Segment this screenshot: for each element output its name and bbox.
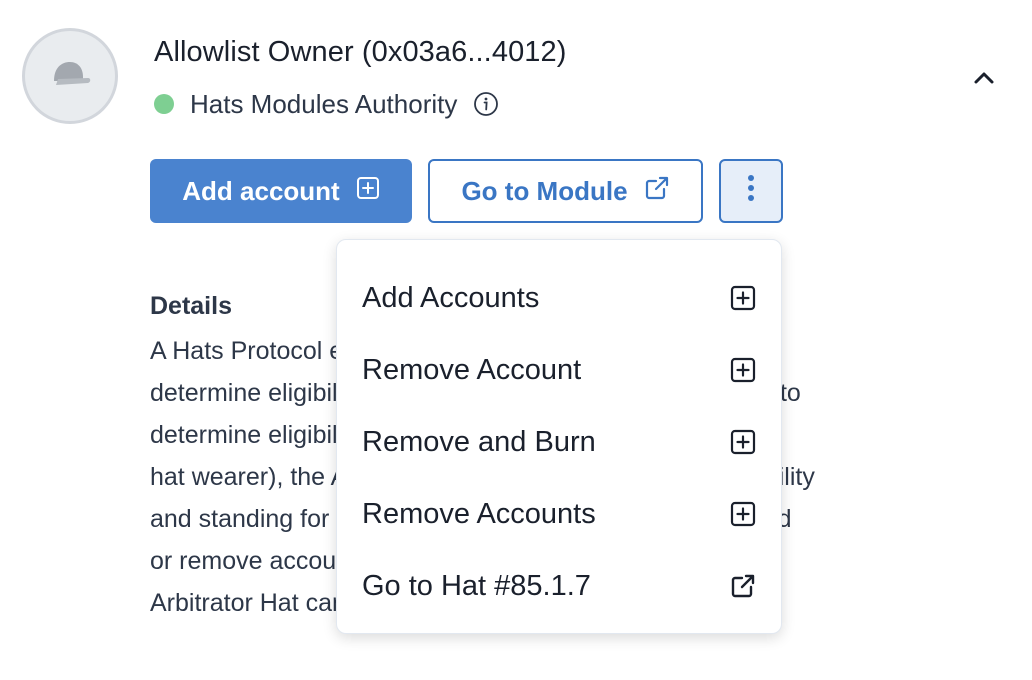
status-dot <box>154 94 174 114</box>
menu-item-remove-account[interactable]: Remove Account <box>337 334 781 406</box>
chevron-up-icon[interactable] <box>968 62 1000 94</box>
page-title: Allowlist Owner (0x03a6...4012) <box>154 36 567 68</box>
add-account-label: Add account <box>182 175 340 206</box>
kebab-menu-icon <box>747 173 755 210</box>
external-link-icon <box>644 175 670 208</box>
more-options-button[interactable] <box>719 159 783 223</box>
plus-square-icon <box>729 500 757 528</box>
authority-row: Hats Modules Authority <box>154 86 499 122</box>
go-to-module-label: Go to Module <box>461 175 628 206</box>
external-link-icon <box>729 572 757 600</box>
plus-square-icon <box>729 356 757 384</box>
authority-label: Hats Modules Authority <box>190 88 458 119</box>
info-icon[interactable] <box>473 91 499 117</box>
menu-item-label: Go to Hat #85.1.7 <box>362 569 591 602</box>
more-options-menu: Add Accounts Remove Account Remove and B… <box>336 239 782 634</box>
menu-item-add-accounts[interactable]: Add Accounts <box>337 262 781 334</box>
add-account-button[interactable]: Add account <box>150 159 412 223</box>
menu-item-label: Remove Accounts <box>362 497 596 530</box>
go-to-module-button[interactable]: Go to Module <box>428 159 703 223</box>
menu-item-label: Remove Account <box>362 353 582 386</box>
plus-square-icon <box>356 176 380 207</box>
details-heading: Details <box>150 292 232 320</box>
menu-item-label: Add Accounts <box>362 281 540 314</box>
menu-item-label: Remove and Burn <box>362 425 596 458</box>
menu-item-remove-and-burn[interactable]: Remove and Burn <box>337 406 781 478</box>
cap-icon <box>48 59 92 94</box>
menu-item-remove-accounts[interactable]: Remove Accounts <box>337 478 781 550</box>
plus-square-icon <box>729 428 757 456</box>
avatar <box>22 28 118 124</box>
plus-square-icon <box>729 284 757 312</box>
menu-item-go-to-hat[interactable]: Go to Hat #85.1.7 <box>337 550 781 622</box>
